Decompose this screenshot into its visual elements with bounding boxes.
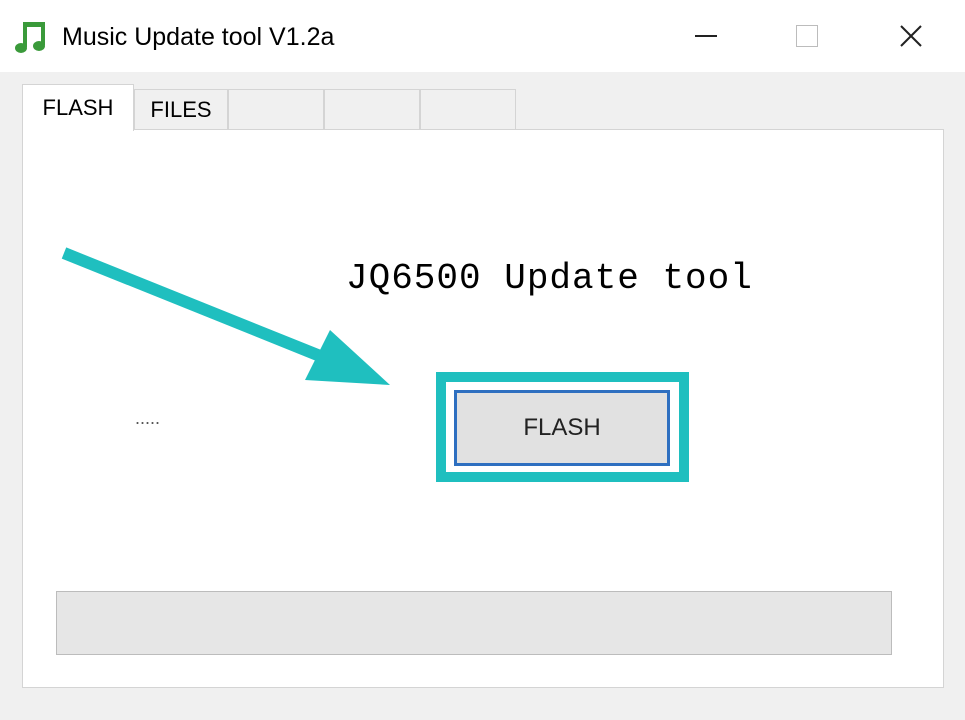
tab-empty-2[interactable] <box>324 89 420 129</box>
music-note-icon <box>15 22 45 53</box>
close-button[interactable] <box>876 14 946 58</box>
minimize-icon <box>695 35 717 37</box>
tool-heading: JQ6500 Update tool <box>346 258 753 299</box>
tab-files[interactable]: FILES <box>134 89 228 129</box>
maximize-icon <box>796 25 818 47</box>
app-window: Music Update tool V1.2a FLASH FILES JQ65… <box>0 0 965 720</box>
status-dots: ..... <box>135 408 161 428</box>
tab-empty-1[interactable] <box>228 89 324 129</box>
minimize-button[interactable] <box>671 14 741 58</box>
window-title: Music Update tool V1.2a <box>62 23 335 51</box>
maximize-button[interactable] <box>772 14 842 58</box>
tab-flash[interactable]: FLASH <box>22 84 134 131</box>
title-bar[interactable]: Music Update tool V1.2a <box>0 0 965 72</box>
tab-empty-3[interactable] <box>420 89 516 129</box>
progress-bar <box>56 591 892 655</box>
close-icon <box>900 25 922 47</box>
flash-button[interactable]: FLASH <box>454 390 670 466</box>
